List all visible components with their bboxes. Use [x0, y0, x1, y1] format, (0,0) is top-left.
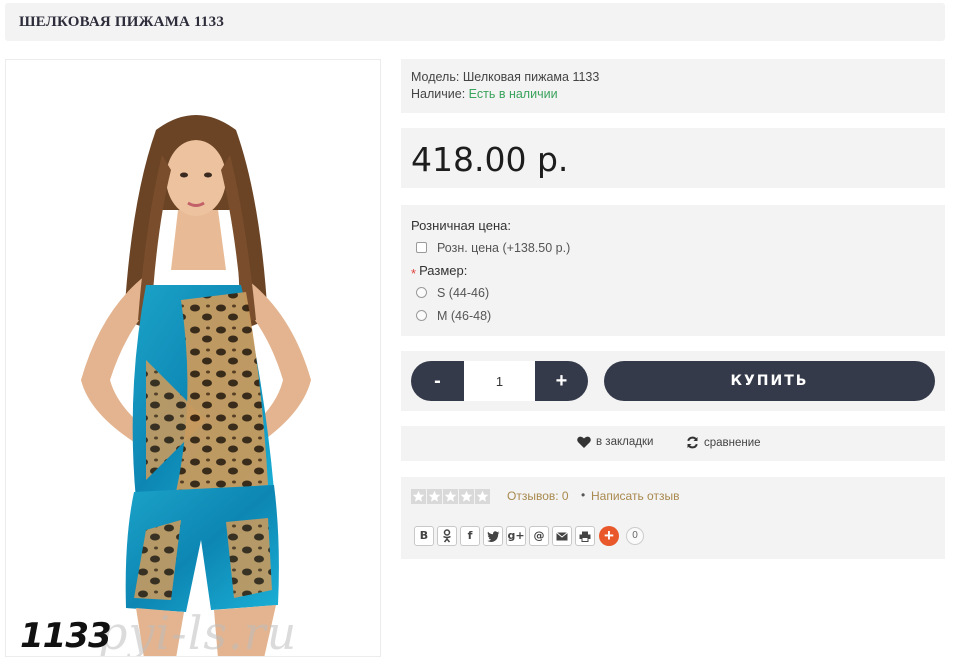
mail-ru-share-button[interactable]: @	[529, 526, 549, 546]
availability-row: Наличие: Есть в наличии	[411, 86, 945, 103]
envelope-icon	[556, 532, 568, 541]
size-option-label: M (46-48)	[437, 308, 492, 323]
google-plus-share-button[interactable]: g+	[506, 526, 526, 546]
separator-dot: •	[581, 488, 586, 502]
size-option-m[interactable]: M (46-48)	[411, 304, 945, 327]
email-share-button[interactable]	[552, 526, 572, 546]
star-icon	[459, 489, 474, 504]
size-label-row: * Размер:	[411, 261, 945, 281]
twitter-icon	[486, 531, 499, 542]
buy-button[interactable]: КУПИТЬ	[604, 361, 935, 401]
buy-panel: - + КУПИТЬ	[401, 351, 945, 411]
size-label: Размер:	[419, 263, 468, 278]
retail-price-label: Розничная цена:	[411, 218, 511, 233]
page-title: ШЕЛКОВАЯ ПИЖАМА 1133	[19, 14, 225, 30]
model-row: Модель: Шелковая пижама 1133	[411, 69, 945, 86]
star-icon	[475, 489, 490, 504]
twitter-share-button[interactable]	[483, 526, 503, 546]
action-links: в закладки сравнение	[401, 426, 945, 461]
quantity-input[interactable]	[464, 361, 535, 401]
price-value: 418.00 р.	[411, 140, 569, 179]
share-count: 0	[626, 527, 644, 545]
odnoklassniki-icon	[443, 529, 451, 543]
image-watermark: pyi-ls.ru	[98, 606, 298, 657]
bookmark-label: в закладки	[596, 436, 654, 448]
star-icon	[443, 489, 458, 504]
product-info: Модель: Шелковая пижама 1133 Наличие: Ес…	[401, 59, 945, 113]
bookmark-link[interactable]: в закладки	[577, 436, 653, 448]
star-icon	[411, 489, 426, 504]
facebook-share-button[interactable]: f	[460, 526, 480, 546]
vk-share-button[interactable]: B	[414, 526, 434, 546]
rating-stars	[411, 489, 491, 504]
quantity-increase-button[interactable]: +	[535, 361, 588, 401]
share-buttons: B f g+ @ + 0	[414, 526, 644, 546]
heart-icon	[577, 436, 591, 448]
compare-link[interactable]: сравнение	[686, 436, 761, 449]
reviews-count-link[interactable]: Отзывов: 0	[507, 489, 569, 503]
more-share-button[interactable]: +	[599, 526, 619, 546]
title-bar: ШЕЛКОВАЯ ПИЖАМА 1133	[5, 3, 945, 41]
odnoklassniki-share-button[interactable]	[437, 526, 457, 546]
size-option-s[interactable]: S (44-46)	[411, 281, 945, 304]
product-photo	[81, 115, 311, 656]
retail-price-option-label: Розн. цена (+138.50 р.)	[437, 240, 571, 255]
retail-price-checkbox[interactable]	[416, 242, 427, 253]
model-value: Шелковая пижама 1133	[462, 70, 600, 84]
product-image[interactable]: pyi-ls.ru 1133	[5, 59, 381, 657]
options-panel: Розничная цена: Розн. цена (+138.50 р.) …	[401, 205, 945, 336]
write-review-link[interactable]: Написать отзыв	[591, 489, 679, 503]
compare-label: сравнение	[704, 436, 761, 449]
refresh-icon	[687, 436, 698, 449]
print-button[interactable]	[575, 526, 595, 546]
size-radio-m[interactable]	[416, 310, 427, 321]
price-panel: 418.00 р.	[401, 128, 945, 188]
reviews-panel: Отзывов: 0 • Написать отзыв B f g+ @ + 0	[401, 477, 945, 559]
quantity-decrease-button[interactable]: -	[411, 361, 464, 401]
required-mark: *	[411, 266, 417, 281]
star-icon	[427, 489, 442, 504]
size-radio-s[interactable]	[416, 287, 427, 298]
availability-value: Есть в наличии	[468, 87, 558, 101]
image-model-label: 1133	[20, 616, 112, 656]
model-label: Модель:	[411, 70, 460, 84]
retail-price-option[interactable]: Розн. цена (+138.50 р.)	[411, 236, 945, 259]
availability-label: Наличие:	[411, 87, 466, 101]
size-option-label: S (44-46)	[437, 285, 490, 300]
printer-icon	[579, 531, 591, 542]
